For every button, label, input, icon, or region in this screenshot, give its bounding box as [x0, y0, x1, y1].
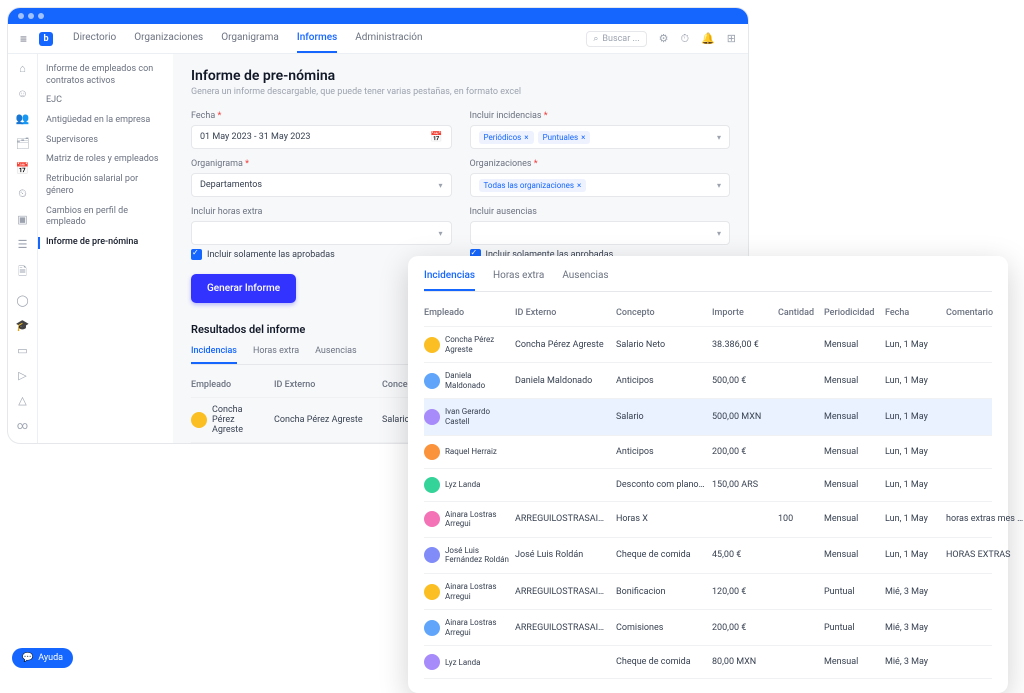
- overlay-tabs: Incidencias Horas extra Ausencias: [424, 270, 992, 292]
- table-row[interactable]: Ainara Lostras ArreguiARREGUILOSTRASAINA…: [424, 502, 992, 538]
- report-sidebar: Informe de empleados con contratos activ…: [38, 54, 173, 443]
- clock-icon[interactable]: ⏲: [18, 187, 27, 201]
- select-ausencias[interactable]: ▾: [470, 221, 731, 245]
- top-nav: Directorio Organizaciones Organigrama Infor…: [73, 24, 422, 53]
- chevron-down-icon: ▾: [717, 181, 721, 190]
- label-organigrama: Organigrama: [191, 159, 452, 169]
- calendar-icon: 📅: [430, 132, 442, 143]
- chip-remove-icon[interactable]: ×: [577, 181, 581, 190]
- table-row[interactable]: José Luis Fernández RoldánJosé Luis Rold…: [424, 538, 992, 574]
- chip-remove-icon[interactable]: ×: [524, 133, 528, 142]
- user-icon[interactable]: ☺: [17, 87, 28, 100]
- stopwatch-icon[interactable]: ⏱: [680, 32, 689, 46]
- table-row[interactable]: Concha Pérez AgresteConcha Pérez Agreste…: [424, 327, 992, 363]
- window-titlebar: [8, 8, 748, 24]
- label-organizaciones: Organizaciones: [470, 159, 731, 169]
- topnav-item[interactable]: Organigrama: [221, 24, 279, 53]
- chip[interactable]: Todas las organizaciones ×: [479, 179, 587, 192]
- bell-icon[interactable]: 🔔: [701, 32, 715, 45]
- overlay-tab[interactable]: Incidencias: [424, 270, 475, 291]
- table-row[interactable]: Ivan Gerardo CastellSalario500,00 MXNMen…: [424, 399, 992, 435]
- page-subtitle: Genera un informe descargable, que puede…: [191, 87, 730, 97]
- overlay-tab[interactable]: Horas extra: [493, 270, 544, 291]
- chip[interactable]: Periódicos ×: [479, 131, 534, 144]
- table-row[interactable]: Daniela MaldonadoDaniela MaldonadoAntici…: [424, 363, 992, 399]
- search-icon: ⌕: [593, 34, 598, 44]
- label-incidencias: Incluir incidencias: [470, 111, 731, 121]
- results-tab[interactable]: Incidencias: [191, 346, 237, 364]
- topnav-item[interactable]: Directorio: [73, 24, 116, 53]
- select-organizaciones[interactable]: Todas las organizaciones × ▾: [470, 173, 731, 197]
- warn-icon[interactable]: △: [18, 394, 26, 407]
- report-nav-item[interactable]: Informe de empleados con contratos activ…: [46, 64, 165, 87]
- cap-icon[interactable]: 🎓: [16, 319, 30, 332]
- table-row[interactable]: Ainara Lostras ArreguiARREGUILOSTRASAINA…: [424, 574, 992, 610]
- chip-remove-icon[interactable]: ×: [581, 133, 585, 142]
- home-icon[interactable]: ⌂: [19, 62, 26, 75]
- input-fecha[interactable]: 01 May 2023 - 31 May 2023📅: [191, 125, 452, 149]
- topnav-item[interactable]: Informes: [297, 24, 337, 53]
- chip[interactable]: Puntuales ×: [538, 131, 591, 144]
- chevron-down-icon: ▾: [717, 229, 721, 238]
- search-input[interactable]: ⌕ Buscar ...: [586, 31, 646, 47]
- gear-icon[interactable]: ⚙: [659, 32, 669, 45]
- topnav-item[interactable]: Administración: [355, 24, 422, 53]
- report-nav-item[interactable]: Antigüedad en la empresa: [46, 115, 165, 127]
- icon-rail: ⌂ ☺ 👥 🗂 📅 ⏲ ▣ ☰ 🗎 ◯ 🎓 ▭ ▷ △ ∞: [8, 54, 38, 443]
- tool-icon[interactable]: ▭: [17, 344, 27, 357]
- report-nav-item[interactable]: Informe de pre-nómina: [38, 237, 165, 249]
- table-row[interactable]: Lyz LandaCheque de comida80,00 MXNMensua…: [424, 646, 992, 679]
- help-button[interactable]: 💬 Ayuda: [12, 648, 73, 668]
- table-row[interactable]: Ainara Lostras ArreguiARREGUILOSTRASAINA…: [424, 610, 992, 646]
- topbar: ≡ b Directorio Organizaciones Organigrama I…: [8, 24, 748, 54]
- globe-icon[interactable]: ◯: [16, 294, 28, 307]
- topnav-item[interactable]: Organizaciones: [134, 24, 203, 53]
- results-tab[interactable]: Horas extra: [253, 346, 299, 364]
- label-fecha: Fecha: [191, 111, 452, 121]
- table-row[interactable]: Raquel HerraizAnticipos200,00 €MensualLu…: [424, 436, 992, 469]
- chevron-down-icon: ▾: [438, 229, 442, 238]
- report-nav-item[interactable]: Cambios en perfil de empleado: [46, 206, 165, 229]
- overlay-tab[interactable]: Ausencias: [562, 270, 608, 291]
- doc-icon[interactable]: 🗎: [18, 263, 27, 282]
- select-organigrama[interactable]: Departamentos▾: [191, 173, 452, 197]
- page-title: Informe de pre-nómina: [191, 68, 730, 84]
- results-tab[interactable]: Ausencias: [315, 346, 357, 364]
- generate-report-button[interactable]: Generar Informe: [191, 274, 296, 303]
- table-row[interactable]: Lyz LandaDesconto com plano de Saúde150,…: [424, 469, 992, 502]
- report-nav-item[interactable]: Retribución salarial por género: [46, 174, 165, 197]
- list-icon[interactable]: ☰: [18, 238, 28, 251]
- report-nav-item[interactable]: EJC: [46, 95, 165, 107]
- calendar-icon[interactable]: 📅: [16, 162, 30, 175]
- select-horas-extra[interactable]: ▾: [191, 221, 452, 245]
- app-logo[interactable]: b: [39, 32, 53, 46]
- users-icon[interactable]: 👥: [16, 112, 30, 125]
- briefcase-icon[interactable]: 🗂: [16, 137, 30, 150]
- chevron-down-icon: ▾: [438, 181, 442, 190]
- menu-icon[interactable]: ≡: [20, 32, 27, 46]
- chat-icon: 💬: [22, 653, 33, 663]
- chevron-down-icon: ▾: [717, 133, 721, 142]
- report-nav-item[interactable]: Matriz de roles y empleados: [46, 154, 165, 166]
- select-incidencias[interactable]: Periódicos × Puntuales × ▾: [470, 125, 731, 149]
- overlay-header: EmpleadoID ExternoConceptoImporteCantida…: [424, 300, 992, 327]
- report-nav-item[interactable]: Supervisores: [46, 135, 165, 147]
- grid-icon[interactable]: ⊞: [727, 32, 736, 45]
- chart-icon[interactable]: ▣: [17, 213, 27, 226]
- label-horas-extra: Incluir horas extra: [191, 207, 452, 217]
- link-icon[interactable]: ∞: [17, 419, 28, 432]
- label-ausencias: Incluir ausencias: [470, 207, 731, 217]
- detail-overlay: Incidencias Horas extra Ausencias Empleado…: [408, 256, 1008, 693]
- play-icon[interactable]: ▷: [18, 369, 26, 382]
